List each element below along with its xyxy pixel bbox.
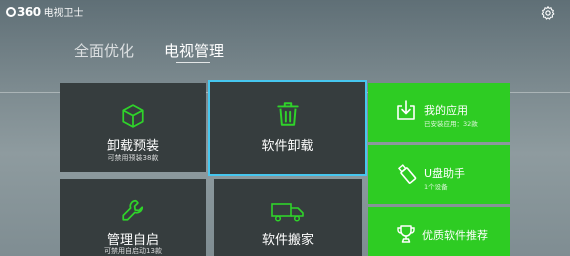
tile-startup-manager[interactable]: 管理自启 可禁用自启动13款 <box>60 179 206 256</box>
tile-subtitle: 已安装应用：32款 <box>424 120 478 128</box>
tile-my-apps[interactable]: 我的应用 已安装应用：32款 <box>368 83 510 142</box>
tile-subtitle: 可禁用自启动13款 <box>104 247 162 255</box>
usb-drive-icon <box>397 164 417 184</box>
tab-full-optimize[interactable]: 全面优化 <box>74 40 134 61</box>
app-name: 电视卫士 <box>43 8 84 19</box>
download-box-icon <box>397 100 415 120</box>
tile-title: 我的应用 <box>424 104 468 117</box>
app-logo: 360 电视卫士 <box>6 4 84 19</box>
tab-bar: 全面优化 电视管理 <box>0 30 570 93</box>
trophy-icon <box>397 225 415 243</box>
truck-icon <box>271 203 304 222</box>
active-tab-indicator <box>176 62 210 63</box>
tile-usb-helper[interactable]: U盘助手 1个设备 <box>368 145 510 204</box>
trash-icon <box>276 102 299 126</box>
top-bar: 360 电视卫士 <box>0 0 570 26</box>
wrench-icon <box>122 199 144 221</box>
tile-software-move[interactable]: 软件搬家 <box>214 179 362 256</box>
tile-recommended[interactable]: 优质软件推荐 <box>368 207 510 256</box>
tile-uninstall-preinstalled[interactable]: 卸载预装 可禁用预装38款 <box>60 83 206 172</box>
logo-mark: 360 <box>6 5 41 19</box>
tab-tv-manage[interactable]: 电视管理 <box>164 40 224 61</box>
settings-gear-icon[interactable] <box>540 5 556 21</box>
tile-software-uninstall[interactable]: 软件卸载 <box>208 80 367 176</box>
tile-title: U盘助手 <box>424 167 466 180</box>
tile-title: 软件搬家 <box>261 233 314 248</box>
box-icon <box>122 104 144 128</box>
tile-title: 卸载预装 <box>106 139 159 154</box>
tile-subtitle: 1个设备 <box>424 183 448 191</box>
tile-subtitle: 可禁用预装38款 <box>107 154 159 162</box>
tile-title: 优质软件推荐 <box>422 229 488 242</box>
logo-mark-text: 360 <box>17 4 41 19</box>
tile-title: 软件卸载 <box>261 139 314 154</box>
